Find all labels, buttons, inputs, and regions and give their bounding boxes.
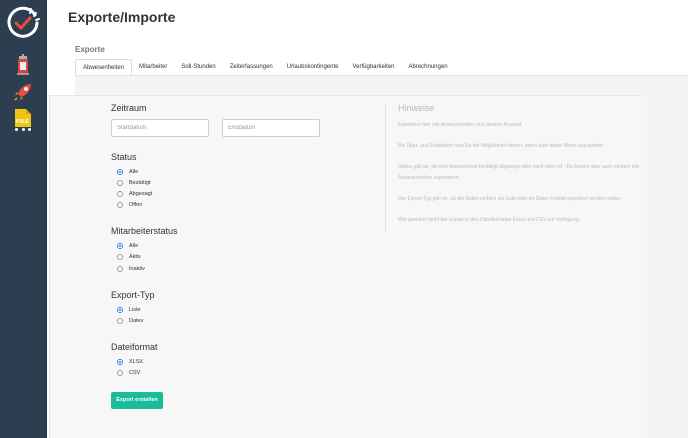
tower-icon[interactable] [11, 53, 35, 77]
radio-label: Datev [129, 317, 144, 324]
radio-label: Liste [129, 306, 141, 313]
clock-check-logo-icon[interactable] [5, 5, 41, 41]
radio-label: CSV [129, 369, 141, 376]
dateiformat-option-csv[interactable]: CSV [117, 368, 140, 377]
page-title: Exporte/Importe [68, 9, 176, 25]
tab-abrechnungen[interactable]: Abrechnungen [402, 59, 455, 76]
radio-label: Bestätigt [129, 179, 151, 186]
radio-label: Abgesagt [129, 190, 153, 197]
file-icon-label: FILE [16, 119, 29, 125]
section-title: Exporte [75, 45, 105, 54]
status-option-offen[interactable]: Offen [117, 200, 142, 209]
tab-bar: Abwesenheiten Mitarbeiter Soll-Stunden Z… [75, 59, 455, 76]
export-typ-option-datev[interactable]: Datev [117, 316, 143, 325]
hint-text: Wie gewohnt steht der Export in den Date… [398, 217, 581, 223]
radio-label: Inaktiv [129, 265, 145, 272]
radio-selected-icon[interactable] [117, 242, 123, 249]
startdatum-input[interactable] [111, 119, 209, 137]
rocket-icon[interactable] [11, 80, 35, 104]
sidebar: FILE [0, 0, 47, 438]
hint-text: Exportiere hier alle Abwesenheiten aus d… [398, 122, 523, 128]
hints-divider [385, 103, 386, 231]
zeitraum-heading: Zeitraum [111, 103, 147, 113]
radio-label: Alle [129, 242, 139, 249]
mitarbeiterstatus-option-aktiv[interactable]: Aktiv [117, 252, 141, 261]
dateiformat-heading: Dateiformat [111, 342, 158, 352]
radio-icon[interactable] [117, 179, 123, 186]
tab-zeiterfassungen[interactable]: Zeiterfassungen [223, 59, 280, 76]
radio-selected-icon[interactable] [117, 306, 123, 313]
radio-selected-icon[interactable] [117, 358, 123, 365]
export-typ-heading: Export-Typ [111, 290, 155, 300]
hint-text: Status gibt an, ob eine Abwesenheit best… [398, 164, 640, 181]
status-option-bestaetigt[interactable]: Bestätigt [117, 178, 150, 187]
status-heading: Status [111, 152, 137, 162]
radio-label: Aktiv [129, 253, 141, 260]
hint-text: Der Export Typ gibt an, ob die Daten ein… [398, 196, 622, 202]
tab-soll-stunden[interactable]: Soll-Stunden [174, 59, 222, 76]
radio-selected-icon[interactable] [117, 168, 123, 175]
radio-label: Offen [129, 201, 143, 208]
more-dots-icon[interactable] [15, 127, 31, 133]
radio-icon[interactable] [117, 317, 123, 324]
mitarbeiterstatus-heading: Mitarbeiterstatus [111, 226, 178, 236]
mitarbeiterstatus-option-alle[interactable]: Alle [117, 241, 138, 250]
radio-label: XLSX [129, 358, 144, 365]
radio-icon[interactable] [117, 190, 123, 197]
tab-mitarbeiter[interactable]: Mitarbeiter [132, 59, 174, 76]
dateiformat-option-xlsx[interactable]: XLSX [117, 357, 143, 366]
status-option-alle[interactable]: Alle [117, 167, 138, 176]
radio-icon[interactable] [117, 265, 123, 272]
radio-icon[interactable] [117, 369, 123, 376]
status-option-abgesagt[interactable]: Abgesagt [117, 189, 152, 198]
radio-icon[interactable] [117, 253, 123, 260]
tab-abwesenheiten[interactable]: Abwesenheiten [75, 59, 133, 76]
enddatum-input[interactable] [222, 119, 320, 137]
export-erstellen-button[interactable]: Export erstellen [111, 392, 163, 409]
export-typ-option-liste[interactable]: Liste [117, 305, 141, 314]
tab-urlaubskontingente[interactable]: Urlaubskontingente [280, 59, 346, 76]
hints-heading: Hinweise [398, 103, 435, 113]
radio-icon[interactable] [117, 201, 123, 208]
hint-text: Bei Start- und Enddatum hast Du die Mögl… [398, 143, 605, 149]
mitarbeiterstatus-option-inaktiv[interactable]: Inaktiv [117, 264, 145, 273]
radio-label: Alle [129, 168, 139, 175]
tab-verfuegbarkeiten[interactable]: Verfügbarkeiten [345, 59, 401, 76]
